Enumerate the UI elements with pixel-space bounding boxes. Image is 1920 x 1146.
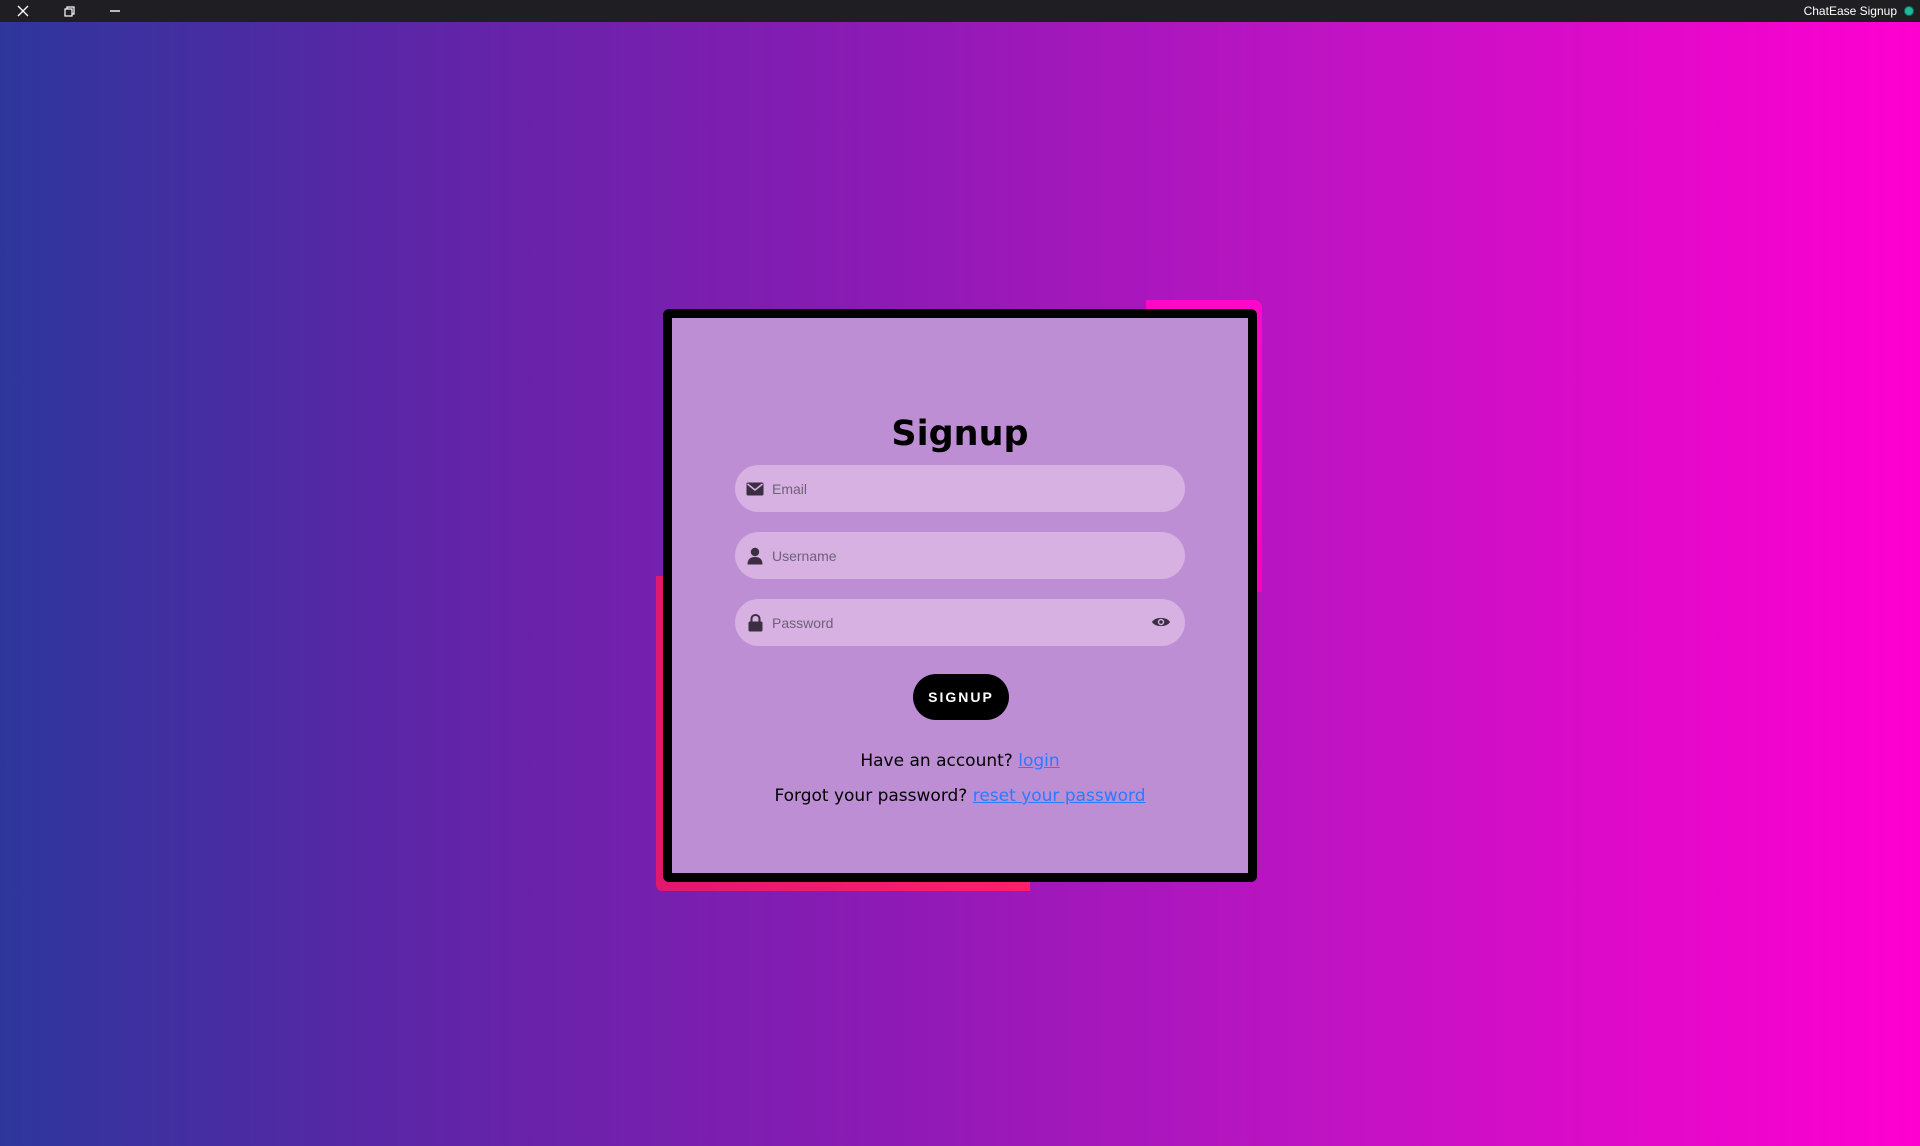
login-link[interactable]: login [1018,751,1059,771]
user-icon [745,546,765,566]
signup-card: Signup Email Username SIGNUP Have an acc… [663,309,1257,882]
login-prompt-line: Have an account? login [672,751,1248,771]
status-dot-icon [1904,6,1914,16]
password-input[interactable] [770,606,1134,639]
email-input[interactable] [770,472,1134,505]
title-bar: ChatEase Signup [0,0,1920,22]
password-field[interactable] [735,599,1185,646]
envelope-icon [745,479,765,499]
minimize-icon [109,2,121,21]
reset-prompt-line: Forgot your password? reset your passwor… [672,786,1248,806]
username-field[interactable] [735,532,1185,579]
title-area: ChatEase Signup [1804,0,1920,22]
window-controls [0,0,138,22]
reset-prompt-text: Forgot your password? [774,786,968,806]
page-title: Signup [891,414,1029,454]
close-icon [17,2,29,21]
lock-icon [745,613,765,633]
username-input[interactable] [770,539,1134,572]
signup-card-container: Signup Email Username SIGNUP Have an acc… [656,300,1262,891]
minimize-button[interactable] [92,0,138,22]
login-prompt-text: Have an account? [860,751,1013,771]
reset-password-link[interactable]: reset your password [973,786,1146,806]
signup-button[interactable]: SIGNUP [913,674,1009,720]
restore-button[interactable] [46,0,92,22]
close-button[interactable] [0,0,46,22]
window-title: ChatEase Signup [1803,4,1897,18]
email-field[interactable] [735,465,1185,512]
eye-icon[interactable] [1151,613,1171,631]
restore-icon [63,2,75,21]
